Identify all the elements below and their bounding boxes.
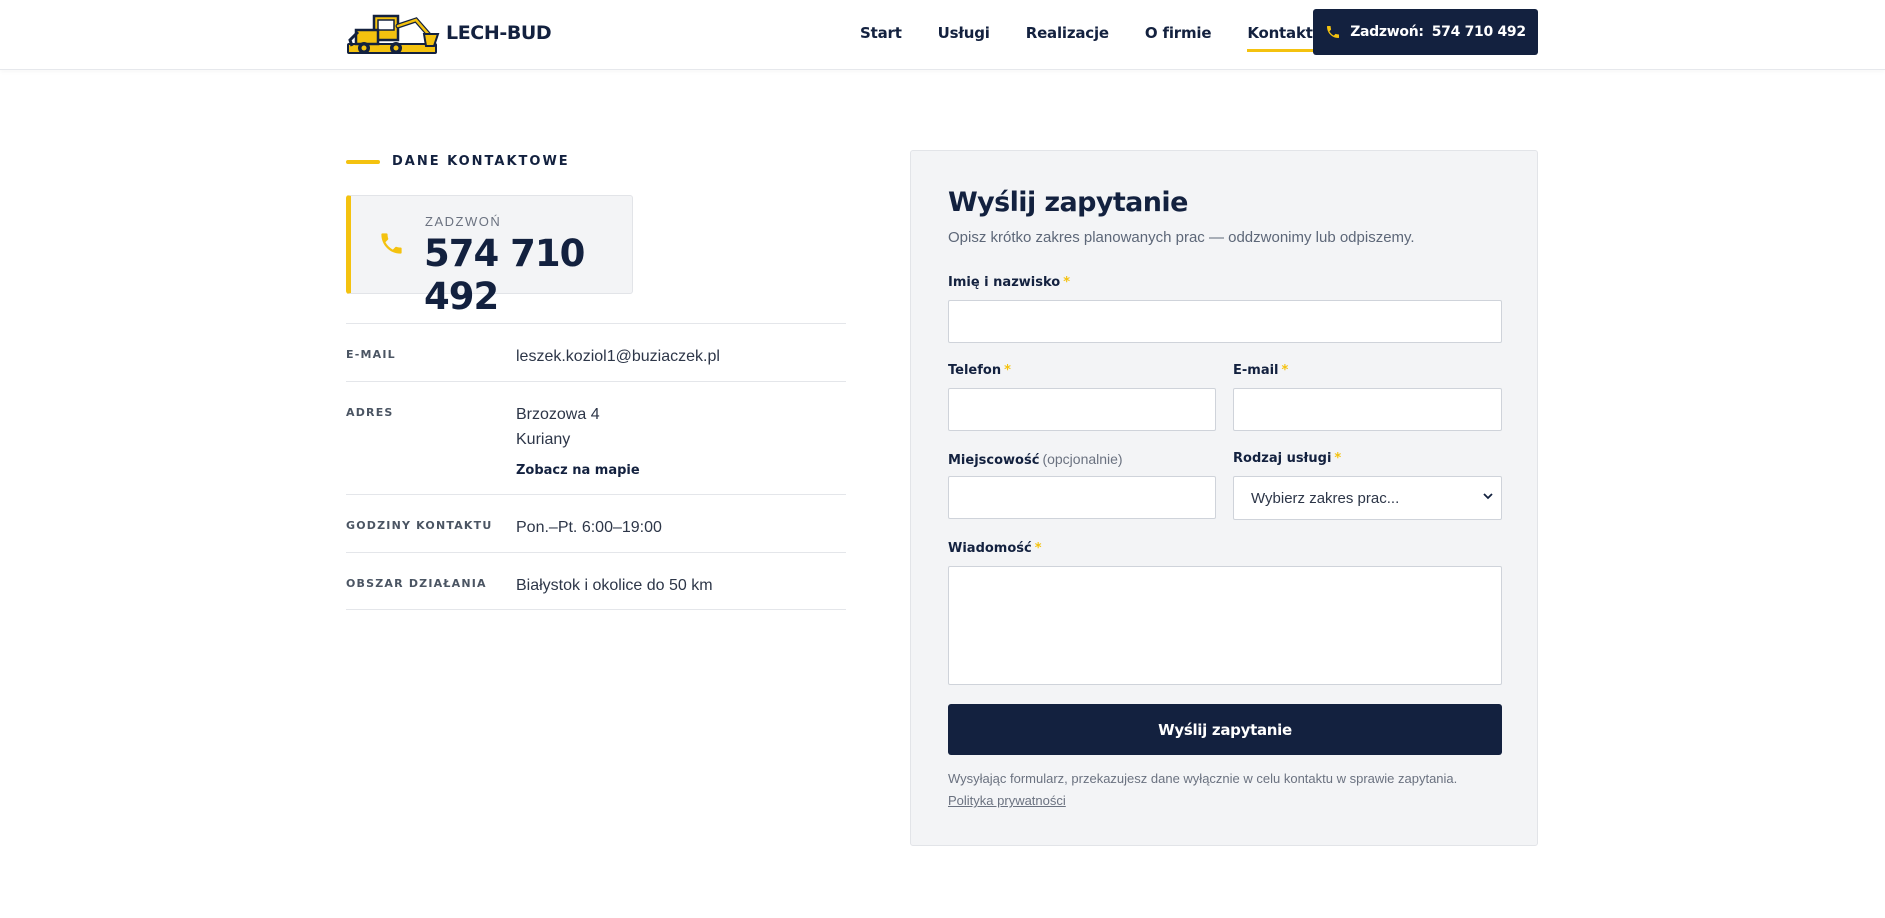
kicker-label: DANE KONTAKTOWE (392, 154, 570, 169)
service-select-value: Wybierz zakres prac... (1251, 489, 1400, 507)
nav-item-start[interactable]: Start (860, 24, 902, 42)
section-kicker: DANE KONTAKTOWE (346, 154, 570, 169)
logo[interactable]: LECH-BUD (346, 10, 552, 56)
service-label-text: Rodzaj usługi (1233, 451, 1332, 466)
map-link[interactable]: Zobacz na mapie (516, 458, 640, 483)
call-button-number: 574 710 492 (1431, 24, 1526, 40)
nav-item-realizacje[interactable]: Realizacje (1026, 24, 1109, 42)
privacy-policy-link[interactable]: Polityka prywatności (948, 793, 1066, 808)
name-label-text: Imię i nazwisko (948, 275, 1061, 290)
info-row-area: OBSZAR DZIAŁANIA Białystok i okolice do … (346, 552, 846, 610)
info-row-email: E-MAIL leszek.koziol1@buziaczek.pl (346, 323, 846, 381)
name-input[interactable] (948, 300, 1502, 343)
form-subtitle: Opisz krótko zakres planowanych prac — o… (948, 229, 1415, 246)
phone-label-text: Telefon (948, 363, 1002, 378)
call-button[interactable]: Zadzwoń: 574 710 492 (1313, 9, 1538, 55)
address-value: Brzozowa 4 Kuriany Zobacz na mapie (516, 382, 640, 494)
name-field-label: Imię i nazwisko * (948, 275, 1070, 290)
nav-item-o-firmie[interactable]: O firmie (1145, 24, 1212, 42)
city-field-label: Miejscowość (opcjonalnie) (948, 451, 1123, 468)
form-title: Wyślij zapytanie (948, 187, 1188, 218)
phone-field-label: Telefon * (948, 363, 1011, 378)
nav-item-uslugi[interactable]: Usługi (938, 24, 990, 42)
submit-button[interactable]: Wyślij zapytanie (948, 704, 1502, 755)
excavator-logo-icon (347, 14, 440, 54)
message-field-label: Wiadomość * (948, 541, 1042, 556)
call-button-label: Zadzwoń: (1350, 24, 1424, 40)
hours-value: Pon.–Pt. 6:00–19:00 (516, 519, 662, 536)
info-label: ADRES (346, 406, 394, 419)
info-row-hours: GODZINY KONTAKTU Pon.–Pt. 6:00–19:00 (346, 494, 846, 552)
service-field-label: Rodzaj usługi * (1233, 451, 1341, 466)
email-input[interactable] (1233, 388, 1502, 431)
email-link[interactable]: leszek.koziol1@buziaczek.pl (516, 324, 720, 381)
chevron-down-icon (1483, 493, 1493, 500)
required-mark: * (1004, 363, 1011, 378)
info-label: E-MAIL (346, 348, 396, 361)
phone-input[interactable] (948, 388, 1216, 431)
required-mark: * (1034, 541, 1042, 556)
phone-card-number: 574 710 492 (424, 232, 585, 318)
message-label-text: Wiadomość (948, 541, 1032, 556)
service-select[interactable]: Wybierz zakres prac... (1233, 476, 1502, 520)
city-input[interactable] (948, 476, 1216, 519)
phone-icon (381, 233, 402, 254)
city-label-text: Miejscowość (948, 453, 1040, 468)
info-label: GODZINY KONTAKTU (346, 519, 493, 532)
address-city: Kuriany (516, 431, 571, 448)
info-label: OBSZAR DZIAŁANIA (346, 577, 487, 590)
email-label-text: E-mail (1233, 363, 1279, 378)
phone-card-label: ZADZWOŃ (425, 214, 502, 229)
brand-name: LECH-BUD (446, 22, 552, 44)
optional-mark: (opcjonalnie) (1042, 451, 1123, 467)
address-street: Brzozowa 4 (516, 406, 600, 423)
area-value: Białystok i okolice do 50 km (516, 577, 713, 594)
phone-icon (1327, 26, 1340, 38)
contact-info-list: E-MAIL leszek.koziol1@buziaczek.pl ADRES… (346, 323, 846, 610)
kicker-accent-bar (346, 159, 380, 164)
site-header: LECH-BUD Start Usługi Realizacje O firmi… (0, 0, 1885, 70)
privacy-note: Wysyłając formularz, przekazujesz dane w… (948, 771, 1458, 786)
nav-item-kontakt[interactable]: Kontakt (1247, 24, 1314, 52)
inquiry-form: Wyślij zapytanie Opisz krótko zakres pla… (910, 150, 1538, 846)
required-mark: * (1281, 363, 1289, 378)
info-row-address: ADRES Brzozowa 4 Kuriany Zobacz na mapie (346, 381, 846, 494)
required-mark: * (1334, 451, 1342, 466)
main-nav: Start Usługi Realizacje O firmie Kontakt (860, 0, 1349, 66)
phone-card[interactable]: ZADZWOŃ 574 710 492 (346, 195, 633, 318)
message-textarea[interactable] (948, 566, 1502, 685)
required-mark: * (1063, 275, 1071, 290)
email-field-label: E-mail * (1233, 363, 1288, 378)
